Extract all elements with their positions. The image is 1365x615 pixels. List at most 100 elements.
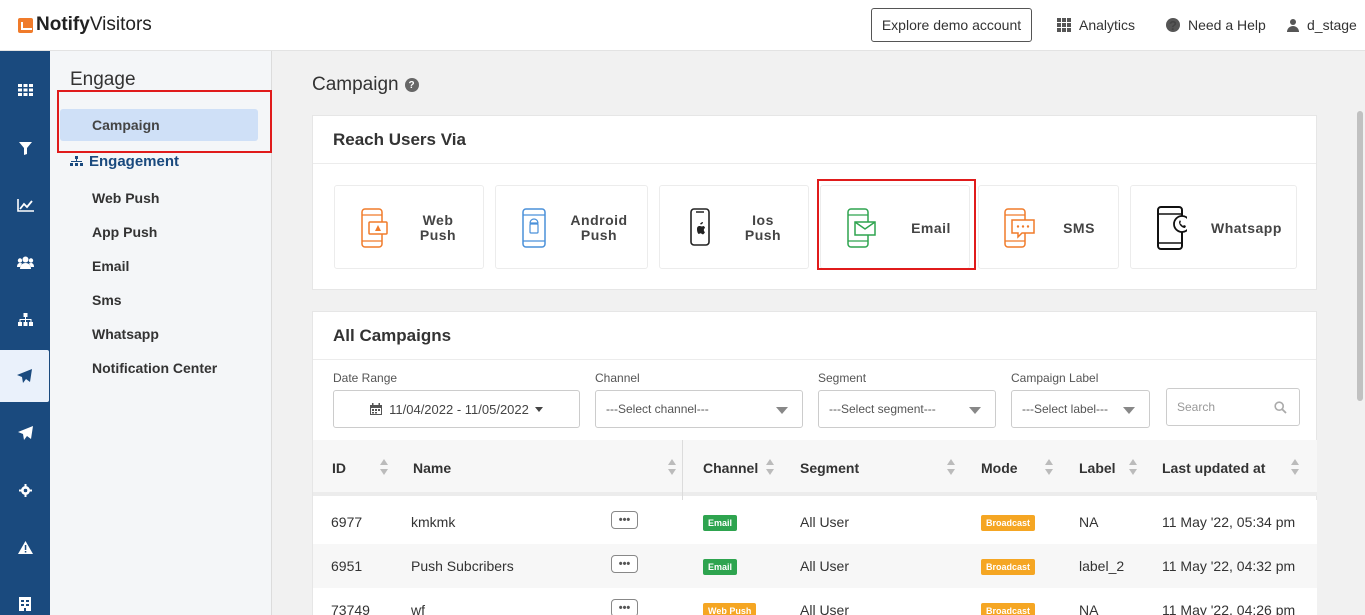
logo-icon xyxy=(18,17,33,33)
sort-icon[interactable] xyxy=(1129,459,1137,475)
campaign-icon[interactable] xyxy=(0,350,49,402)
more-options-button[interactable]: ••• xyxy=(611,599,638,615)
android-icon xyxy=(522,208,546,248)
row-updated: 11 May '22, 04:32 pm xyxy=(1162,558,1296,574)
report-icon[interactable] xyxy=(0,578,50,615)
search-input[interactable]: Search xyxy=(1166,388,1300,426)
analytics-link[interactable]: Analytics xyxy=(1057,17,1135,33)
submenu-item-web-push[interactable]: Web Push xyxy=(92,190,159,206)
submenu-item-notification-center[interactable]: Notification Center xyxy=(92,360,217,376)
ios-icon xyxy=(690,208,710,246)
row-updated: 11 May '22, 05:34 pm xyxy=(1162,514,1296,530)
row-name[interactable]: Push Subcribers xyxy=(411,558,514,574)
explore-demo-button[interactable]: Explore demo account xyxy=(871,8,1032,42)
question-circle-icon: ? xyxy=(1166,18,1180,33)
channel-ios-push[interactable]: Ios Push xyxy=(659,185,809,269)
campaign-label-select[interactable]: ---Select label--- xyxy=(1011,390,1150,428)
channel-filter-label: Channel xyxy=(595,371,640,385)
channel-whatsapp-label: Whatsapp xyxy=(1211,220,1282,236)
row-segment: All User xyxy=(800,514,850,530)
users-icon[interactable] xyxy=(0,236,50,288)
submenu-item-sms[interactable]: Sms xyxy=(92,292,122,308)
web-push-icon xyxy=(361,208,388,248)
sort-icon[interactable] xyxy=(380,459,388,475)
row-id: 6977 xyxy=(331,514,363,530)
sms-icon xyxy=(1004,208,1035,248)
top-bar: Notify Visitors Explore demo account Anal… xyxy=(0,0,1365,51)
search-placeholder: Search xyxy=(1177,400,1216,414)
page-title-text: Campaign xyxy=(312,74,399,95)
email-highlight-box xyxy=(817,179,976,270)
sort-icon[interactable] xyxy=(668,459,676,475)
channel-android-push-label: Android Push xyxy=(570,212,628,243)
filter-icon[interactable] xyxy=(0,122,50,174)
submenu-item-app-push[interactable]: App Push xyxy=(92,224,157,240)
scrollbar-thumb[interactable] xyxy=(1357,111,1363,401)
channel-sms-label: SMS xyxy=(1063,220,1095,236)
row-name[interactable]: kmkmk xyxy=(411,514,455,530)
column-name[interactable]: Name xyxy=(413,460,451,476)
segment-select-value: ---Select segment--- xyxy=(829,402,936,416)
segment-select[interactable]: ---Select segment--- xyxy=(818,390,996,428)
submenu-item-email[interactable]: Email xyxy=(92,258,129,274)
table-row[interactable]: 6951 Push Subcribers ••• Email All User … xyxy=(313,544,1317,588)
left-rail xyxy=(0,51,50,615)
channel-android-push[interactable]: Android Push xyxy=(495,185,648,269)
user-menu[interactable]: d_stage xyxy=(1287,17,1357,33)
column-id[interactable]: ID xyxy=(332,460,346,476)
mode-badge: Broadcast xyxy=(981,515,1036,531)
search-icon xyxy=(1274,401,1287,414)
sitemap-icon xyxy=(70,156,83,167)
channel-sms[interactable]: SMS xyxy=(978,185,1119,269)
table-row[interactable]: 73749 wf ••• Web Push All User Broadcast… xyxy=(313,588,1317,615)
row-name[interactable]: wf xyxy=(411,602,425,615)
campaign-label-filter-label: Campaign Label xyxy=(1011,371,1099,385)
settings-icon[interactable] xyxy=(0,464,50,516)
page-scrollbar[interactable] xyxy=(1355,51,1365,615)
date-range-value: 11/04/2022 - 11/05/2022 xyxy=(389,401,529,417)
user-icon xyxy=(1287,18,1299,32)
sort-icon[interactable] xyxy=(947,459,955,475)
row-segment: All User xyxy=(800,602,850,615)
reach-users-title: Reach Users Via xyxy=(313,116,1316,164)
question-circle-icon[interactable]: ? xyxy=(404,78,419,92)
line-chart-icon[interactable] xyxy=(0,179,50,231)
sort-icon[interactable] xyxy=(1045,459,1053,475)
submenu-item-whatsapp[interactable]: Whatsapp xyxy=(92,326,159,342)
sort-icon[interactable] xyxy=(1291,459,1299,475)
mode-badge: Broadcast xyxy=(981,559,1036,575)
reach-users-card: Reach Users Via Web Push Android Push Ios P… xyxy=(312,115,1317,290)
sitemap-icon[interactable] xyxy=(0,293,50,345)
channel-web-push[interactable]: Web Push xyxy=(334,185,484,269)
channel-ios-push-label: Ios Push xyxy=(744,212,782,243)
warning-icon[interactable] xyxy=(0,521,50,573)
dashboard-icon[interactable] xyxy=(0,64,50,116)
row-id: 6951 xyxy=(331,558,363,574)
chevron-down-icon xyxy=(776,407,788,414)
table-row[interactable]: 6977 kmkmk ••• Email All User Broadcast … xyxy=(313,500,1317,544)
column-label[interactable]: Label xyxy=(1079,460,1116,476)
column-channel[interactable]: Channel xyxy=(703,460,758,476)
campaign-label-select-value: ---Select label--- xyxy=(1022,402,1109,416)
help-label: Need a Help xyxy=(1188,17,1266,33)
send-icon[interactable] xyxy=(0,407,50,459)
channel-select[interactable]: ---Select channel--- xyxy=(595,390,803,428)
column-last-updated[interactable]: Last updated at xyxy=(1162,460,1265,476)
column-mode[interactable]: Mode xyxy=(981,460,1018,476)
segment-filter-label: Segment xyxy=(818,371,867,385)
campaign-table-header: ID Name Channel Segment Mode Label Last … xyxy=(313,440,1317,496)
date-range-picker[interactable]: 11/04/2022 - 11/05/2022 xyxy=(333,390,580,428)
column-segment[interactable]: Segment xyxy=(800,460,859,476)
row-label: NA xyxy=(1079,602,1099,615)
help-link[interactable]: ? Need a Help xyxy=(1166,17,1266,33)
channel-whatsapp[interactable]: Whatsapp xyxy=(1130,185,1297,269)
row-label: NA xyxy=(1079,514,1099,530)
mode-badge: Broadcast xyxy=(981,603,1036,615)
more-options-button[interactable]: ••• xyxy=(611,555,638,573)
more-options-button[interactable]: ••• xyxy=(611,511,638,529)
chevron-down-icon xyxy=(1123,407,1135,414)
notifyvisitors-logo[interactable]: Notify Visitors xyxy=(18,14,152,36)
sort-icon[interactable] xyxy=(766,459,774,475)
logo-text-bold: Notify xyxy=(36,14,90,35)
submenu-group-engagement[interactable]: Engagement xyxy=(70,153,179,170)
